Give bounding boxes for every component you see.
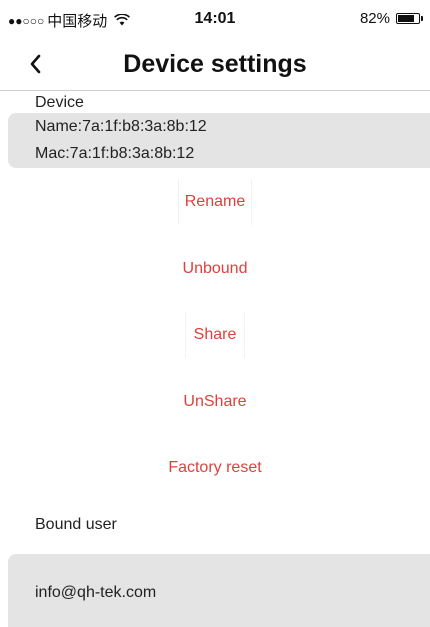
factory-reset-button-row: Factory reset [0,455,430,481]
share-button[interactable]: Share [184,312,246,358]
rename-button[interactable]: Rename [177,179,253,225]
device-name: Name:7a:1f:b8:3a:8b:12 [35,118,207,135]
device-info-box: Name:7a:1f:b8:3a:8b:12 Mac:7a:1f:b8:3a:8… [8,113,430,168]
battery-fill [398,15,414,22]
bound-user-label: Bound user [35,516,117,533]
navigation-bar: Device settings [0,40,430,91]
share-button-row: Share [0,312,430,358]
battery-icon [396,13,423,24]
rename-button-row: Rename [0,179,430,225]
unshare-button[interactable]: UnShare [177,389,252,415]
battery-status: 82% [359,10,423,27]
status-bar: ●●○○○ 中国移动 14:01 82% [0,0,430,40]
bound-user-box: info@qh-tek.com [8,554,430,627]
unbound-button-row: Unbound [0,256,430,282]
page-title: Device settings [123,50,307,78]
device-mac: Mac:7a:1f:b8:3a:8b:12 [35,145,195,162]
unshare-button-row: UnShare [0,389,430,415]
battery-percentage: 82% [359,10,390,27]
bound-user-email[interactable]: info@qh-tek.com [35,584,156,602]
device-section-label: Device [35,94,84,111]
factory-reset-button[interactable]: Factory reset [162,455,267,481]
unbound-button[interactable]: Unbound [177,256,254,282]
